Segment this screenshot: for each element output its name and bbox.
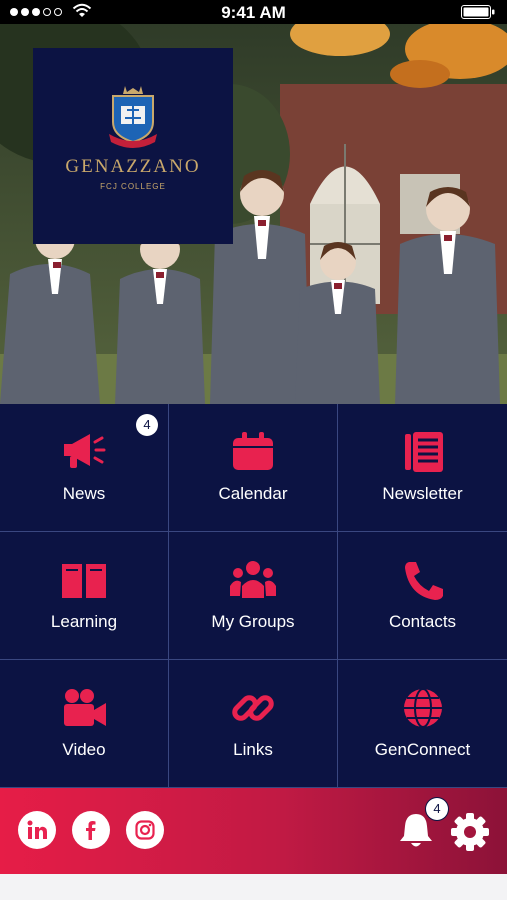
facebook-icon bbox=[86, 821, 96, 840]
linkedin-button[interactable] bbox=[18, 811, 56, 849]
school-name: GENAZZANO bbox=[65, 156, 201, 177]
news-badge: 4 bbox=[136, 414, 158, 436]
tile-label: Contacts bbox=[388, 612, 457, 631]
tile-label: Video bbox=[62, 740, 106, 759]
tile-label: Learning bbox=[50, 612, 118, 631]
tile-my-groups[interactable]: My Groups bbox=[169, 532, 338, 660]
settings-button[interactable] bbox=[450, 812, 490, 857]
battery-icon bbox=[461, 5, 495, 19]
tile-newsletter[interactable]: Newsletter bbox=[338, 404, 507, 532]
linkedin-icon bbox=[27, 820, 47, 839]
tile-label: News bbox=[62, 484, 106, 503]
crest-icon bbox=[109, 86, 157, 148]
group-icon bbox=[230, 561, 276, 598]
bottom-strip bbox=[0, 874, 507, 900]
instagram-button[interactable] bbox=[126, 811, 164, 849]
newsletter-icon bbox=[404, 432, 443, 472]
book-icon bbox=[62, 564, 106, 598]
status-bar: 9:41 AM bbox=[0, 0, 507, 24]
menu-grid: 4 News Calendar Newsletter Learning My G… bbox=[0, 404, 507, 788]
hero-photo: GENAZZANO FCJ COLLEGE bbox=[0, 24, 507, 404]
instagram-icon bbox=[135, 820, 155, 840]
tile-learning[interactable]: Learning bbox=[0, 532, 169, 660]
link-icon bbox=[232, 695, 274, 721]
notification-badge: 4 bbox=[426, 798, 448, 820]
tile-contacts[interactable]: Contacts bbox=[338, 532, 507, 660]
gear-icon bbox=[451, 813, 489, 851]
tile-genconnect[interactable]: GenConnect bbox=[338, 660, 507, 788]
facebook-button[interactable] bbox=[72, 811, 110, 849]
tile-label: GenConnect bbox=[374, 740, 471, 759]
status-time: 9:41 AM bbox=[221, 3, 286, 22]
school-logo: GENAZZANO FCJ COLLEGE bbox=[33, 48, 233, 244]
school-subtitle: FCJ COLLEGE bbox=[100, 182, 166, 191]
tile-label: Calendar bbox=[218, 484, 288, 503]
notifications-button[interactable]: 4 bbox=[398, 798, 448, 855]
tile-calendar[interactable]: Calendar bbox=[169, 404, 338, 532]
tile-links[interactable]: Links bbox=[169, 660, 338, 788]
footer-bar: 4 bbox=[0, 788, 507, 874]
phone-icon bbox=[404, 562, 443, 600]
tile-label: My Groups bbox=[211, 612, 295, 631]
globe-icon bbox=[403, 688, 442, 728]
tile-label: Links bbox=[233, 740, 273, 759]
tile-video[interactable]: Video bbox=[0, 660, 169, 788]
calendar-icon bbox=[233, 432, 273, 470]
video-camera-icon bbox=[64, 689, 106, 726]
megaphone-icon bbox=[64, 434, 106, 468]
tile-news[interactable]: 4 News bbox=[0, 404, 169, 532]
tile-label: Newsletter bbox=[382, 484, 463, 503]
